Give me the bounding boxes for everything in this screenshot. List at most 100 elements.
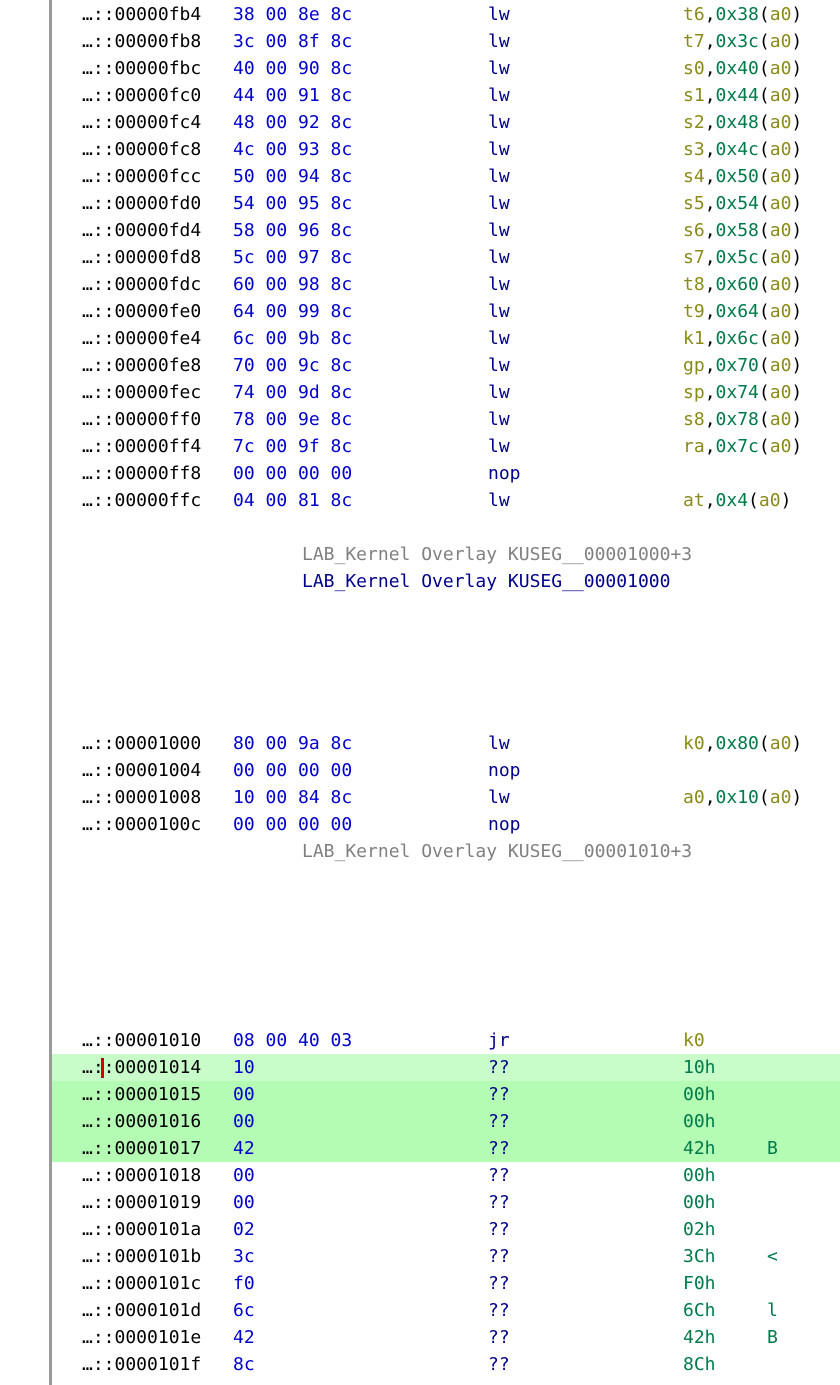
data-row[interactable]: …::0000101d 6c?? 6Ch l xyxy=(52,1297,840,1324)
mnemonic[interactable]: ?? xyxy=(488,1189,510,1216)
operands[interactable]: t8,0x60(a0) xyxy=(683,271,802,298)
instruction-row[interactable]: …::00000fb4 38 00 8e 8c lw t6,0x38(a0) xyxy=(52,1,840,28)
operand-immediate[interactable]: 0x7c xyxy=(716,436,759,457)
address[interactable]: …::00000fec xyxy=(82,379,201,406)
operand-immediate[interactable]: 0x3c xyxy=(716,31,759,52)
operand-base-register[interactable]: a0 xyxy=(770,4,792,25)
label-definition[interactable]: LAB_Kernel Overlay KUSEG__00001000 xyxy=(302,568,840,595)
instruction-row[interactable]: …::00000fcc 50 00 94 8c lw s4,0x50(a0) xyxy=(52,163,840,190)
operands[interactable]: k0 xyxy=(683,1027,705,1054)
instruction-row[interactable]: …::00000ff0 78 00 9e 8c lw s8,0x78(a0) xyxy=(52,406,840,433)
operand-base-register[interactable]: a0 xyxy=(770,436,792,457)
instruction-row[interactable]: …::00000fb8 3c 00 8f 8c lw t7,0x3c(a0) xyxy=(52,28,840,55)
operands[interactable]: k1,0x6c(a0) xyxy=(683,325,802,352)
operand-base-register[interactable]: a0 xyxy=(770,382,792,403)
disassembly-listing[interactable]: …::00000fb4 38 00 8e 8c lw t6,0x38(a0) …::00… xyxy=(0,0,840,1385)
operand-immediate[interactable]: 0x10 xyxy=(716,787,759,808)
operands[interactable]: sp,0x74(a0) xyxy=(683,379,802,406)
operands[interactable]: s7,0x5c(a0) xyxy=(683,244,802,271)
address[interactable]: …::00000fcc xyxy=(82,163,201,190)
operand-register[interactable]: t7 xyxy=(683,31,705,52)
operand-base-register[interactable]: a0 xyxy=(770,85,792,106)
operand-base-register[interactable]: a0 xyxy=(770,58,792,79)
data-value[interactable]: 10h xyxy=(683,1054,716,1081)
instruction-row[interactable]: …::00000ff8 00 00 00 00 nop xyxy=(52,460,840,487)
operand-base-register[interactable]: a0 xyxy=(770,247,792,268)
operand-immediate[interactable]: 0x70 xyxy=(716,355,759,376)
data-value[interactable]: 6Ch xyxy=(683,1297,716,1324)
operand-base-register[interactable]: a0 xyxy=(770,166,792,187)
mnemonic[interactable]: lw xyxy=(488,487,510,514)
address[interactable]: …::00000fc0 xyxy=(82,82,201,109)
mnemonic[interactable]: nop xyxy=(488,460,521,487)
label-reference[interactable]: LAB_Kernel Overlay KUSEG__00001010+3 xyxy=(302,838,840,865)
mnemonic[interactable]: lw xyxy=(488,433,510,460)
mnemonic[interactable]: lw xyxy=(488,325,510,352)
instruction-row[interactable]: …::00001008 10 00 84 8c lw a0,0x10(a0) xyxy=(52,784,840,811)
mnemonic[interactable]: lw xyxy=(488,244,510,271)
mnemonic[interactable]: ?? xyxy=(488,1135,510,1162)
instruction-row[interactable]: …::00000fe8 70 00 9c 8c lw gp,0x70(a0) xyxy=(52,352,840,379)
mnemonic[interactable]: lw xyxy=(488,109,510,136)
operand-immediate[interactable]: 0x64 xyxy=(716,301,759,322)
instruction-row[interactable]: …::00001004 00 00 00 00 nop xyxy=(52,757,840,784)
operand-register[interactable]: s6 xyxy=(683,220,705,241)
instruction-row[interactable]: …::00000ff4 7c 00 9f 8c lw ra,0x7c(a0) xyxy=(52,433,840,460)
operands[interactable]: s8,0x78(a0) xyxy=(683,406,802,433)
operand-register[interactable]: s2 xyxy=(683,112,705,133)
operands[interactable]: s0,0x40(a0) xyxy=(683,55,802,82)
data-value[interactable]: 00h xyxy=(683,1162,716,1189)
data-value[interactable]: 3Ch xyxy=(683,1243,716,1270)
operand-register[interactable]: s0 xyxy=(683,58,705,79)
data-row[interactable]: …::00001019 00?? 00h xyxy=(52,1189,840,1216)
mnemonic[interactable]: lw xyxy=(488,136,510,163)
operand-register[interactable]: at xyxy=(683,490,705,511)
instruction-row[interactable]: …::0000100c 00 00 00 00 nop xyxy=(52,811,840,838)
address[interactable]: …::0000101d xyxy=(82,1297,201,1324)
operand-register[interactable]: t8 xyxy=(683,274,705,295)
operand-base-register[interactable]: a0 xyxy=(770,409,792,430)
data-row[interactable]: …::0000101a 02?? 02h xyxy=(52,1216,840,1243)
address[interactable]: …::0000101b xyxy=(82,1243,201,1270)
operand-immediate[interactable]: 0x5c xyxy=(716,247,759,268)
operand-immediate[interactable]: 0x60 xyxy=(716,274,759,295)
operands[interactable]: gp,0x70(a0) xyxy=(683,352,802,379)
instruction-row[interactable]: …::00001010 08 00 40 03 jr k0 xyxy=(52,1027,840,1054)
instruction-row[interactable]: …::00000fbc 40 00 90 8c lw s0,0x40(a0) xyxy=(52,55,840,82)
mnemonic[interactable]: nop xyxy=(488,757,521,784)
mnemonic[interactable]: ?? xyxy=(488,1162,510,1189)
address[interactable]: …::00001018 xyxy=(82,1162,201,1189)
data-row[interactable]: …::0000101e 42?? 42h B xyxy=(52,1324,840,1351)
operand-register[interactable]: s3 xyxy=(683,139,705,160)
instruction-row[interactable]: …::00000fd4 58 00 96 8c lw s6,0x58(a0) xyxy=(52,217,840,244)
data-row[interactable]: …::00001018 00?? 00h xyxy=(52,1162,840,1189)
data-value[interactable]: 02h xyxy=(683,1216,716,1243)
instruction-row[interactable]: …::00000fc0 44 00 91 8c lw s1,0x44(a0) xyxy=(52,82,840,109)
operands[interactable]: t9,0x64(a0) xyxy=(683,298,802,325)
operand-immediate[interactable]: 0x50 xyxy=(716,166,759,187)
operand-register[interactable]: k0 xyxy=(683,1030,705,1051)
label-reference[interactable]: LAB_Kernel Overlay KUSEG__00001000+3 xyxy=(302,541,840,568)
address[interactable]: …::00000ff0 xyxy=(82,406,201,433)
data-value[interactable]: 8Ch xyxy=(683,1351,716,1378)
instruction-row[interactable]: …::00001000 80 00 9a 8c lw k0,0x80(a0) xyxy=(52,730,840,757)
operand-immediate[interactable]: 0x44 xyxy=(716,85,759,106)
operand-register[interactable]: t6 xyxy=(683,4,705,25)
operand-base-register[interactable]: a0 xyxy=(770,274,792,295)
data-value[interactable]: 00h xyxy=(683,1189,716,1216)
data-value[interactable]: F0h xyxy=(683,1270,716,1297)
address[interactable]: …::00000fb4 xyxy=(82,1,201,28)
address[interactable]: …::00001008 xyxy=(82,784,201,811)
address[interactable]: …::00000fe4 xyxy=(82,325,201,352)
mnemonic[interactable]: lw xyxy=(488,1,510,28)
address[interactable]: …::00001000 xyxy=(82,730,201,757)
data-value[interactable]: 00h xyxy=(683,1108,716,1135)
operand-immediate[interactable]: 0x40 xyxy=(716,58,759,79)
operand-register[interactable]: sp xyxy=(683,382,705,403)
mnemonic[interactable]: lw xyxy=(488,352,510,379)
operand-base-register[interactable]: a0 xyxy=(770,31,792,52)
instruction-row[interactable]: …::00000fd8 5c 00 97 8c lw s7,0x5c(a0) xyxy=(52,244,840,271)
operand-base-register[interactable]: a0 xyxy=(770,328,792,349)
address[interactable]: …::00001014 xyxy=(82,1054,201,1081)
operands[interactable]: s4,0x50(a0) xyxy=(683,163,802,190)
